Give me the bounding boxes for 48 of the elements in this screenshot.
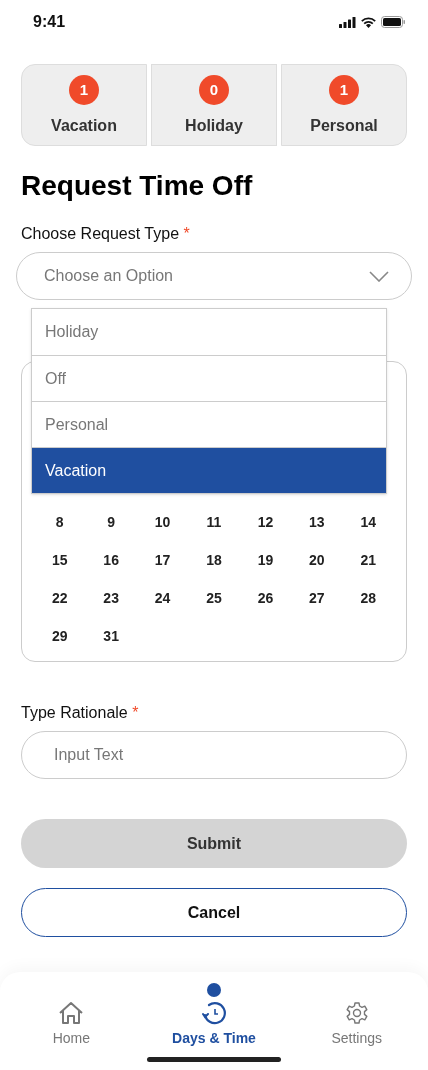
count-badge: 0 — [199, 75, 229, 105]
calendar-day[interactable]: 25 — [206, 587, 222, 609]
calendar-day[interactable]: 22 — [51, 587, 68, 609]
calendar-day[interactable]: 18 — [206, 549, 222, 571]
calendar-day[interactable]: 31 — [103, 625, 119, 647]
calendar-day[interactable]: 21 — [360, 549, 377, 571]
settings-icon — [344, 1001, 369, 1025]
field-label: Choose Request Type * — [21, 224, 191, 244]
calendar-day[interactable]: 28 — [360, 587, 377, 609]
calendar-day[interactable]: 12 — [257, 511, 274, 533]
calendar-day[interactable]: 10 — [154, 511, 171, 533]
dropdown-option[interactable]: Off — [32, 355, 386, 401]
count-badge: 1 — [69, 75, 99, 105]
balance-label: Personal — [310, 116, 378, 136]
home-icon — [58, 1001, 85, 1025]
balance-label: Holiday — [185, 116, 243, 136]
clock-history-icon — [202, 1001, 226, 1025]
nav-tab[interactable]: Settings — [285, 972, 428, 1070]
nav-tab[interactable]: Home — [0, 972, 143, 1070]
calendar-day[interactable]: 15 — [51, 549, 68, 571]
calendar-day[interactable]: 23 — [103, 587, 119, 609]
balance-label: Vacation — [51, 116, 117, 136]
calendar-day[interactable]: 14 — [360, 511, 377, 533]
calendar-day[interactable]: 17 — [154, 549, 171, 571]
signal-icon — [339, 16, 356, 28]
dropdown-option[interactable]: Vacation — [32, 447, 386, 493]
calendar-day[interactable]: 19 — [257, 549, 274, 571]
wifi-icon — [361, 16, 376, 28]
cancel-button[interactable]: Cancel — [21, 888, 407, 937]
calendar-day[interactable]: 20 — [309, 549, 325, 571]
calendar-day[interactable]: 27 — [309, 587, 325, 609]
status-time: 9:41 — [33, 12, 66, 32]
page-title: Request Time Off — [21, 169, 254, 203]
calendar-day[interactable]: 8 — [55, 511, 64, 533]
select-field[interactable]: Choose an Option — [16, 252, 412, 300]
calendar-day[interactable]: 16 — [103, 549, 119, 571]
calendar-day[interactable]: 9 — [107, 511, 116, 533]
battery-icon — [381, 16, 406, 28]
calendar-day[interactable]: 11 — [206, 511, 222, 533]
calendar-day[interactable]: 26 — [257, 587, 274, 609]
dropdown-option[interactable]: Holiday — [32, 309, 386, 355]
field-label: Type Rationale * — [21, 703, 140, 723]
calendar-day[interactable]: 29 — [51, 625, 68, 647]
count-badge: 1 — [329, 75, 359, 105]
calendar-day[interactable]: 13 — [309, 511, 325, 533]
text-input-field[interactable]: Input Text — [21, 731, 407, 779]
calendar-day[interactable]: 24 — [154, 587, 171, 609]
dropdown-option[interactable]: Personal — [32, 401, 386, 447]
